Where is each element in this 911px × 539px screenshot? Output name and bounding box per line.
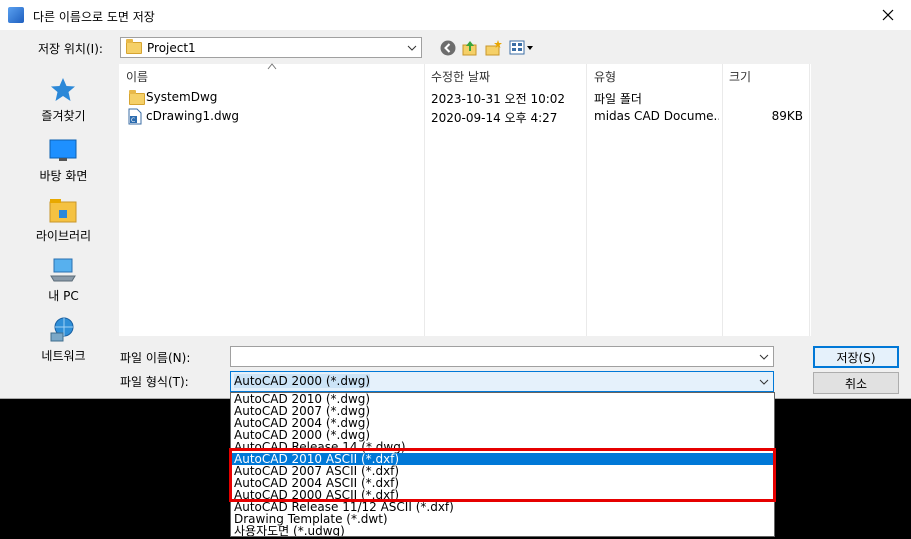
sort-ascending-icon <box>267 63 277 70</box>
folder-icon <box>126 39 142 54</box>
window-title: 다른 이름으로 도면 저장 <box>33 10 155 24</box>
title-bar: 다른 이름으로 도면 저장 <box>0 0 911 30</box>
library-icon <box>49 199 77 223</box>
computer-icon <box>50 258 76 282</box>
place-this-pc[interactable]: 내 PC <box>10 252 117 308</box>
column-header-type[interactable]: 유형 <box>594 68 616 85</box>
file-type-value: AutoCAD 2000 (*.dwg) <box>234 374 371 388</box>
place-label: 네트워크 <box>41 349 86 363</box>
file-type: midas CAD Docume... <box>594 109 719 123</box>
star-icon <box>51 78 75 101</box>
file-row[interactable]: SystemDwg 2023-10-31 오전 10:02 파일 폴더 <box>119 88 811 108</box>
file-type: 파일 폴더 <box>594 92 642 106</box>
places-bar: 즐겨찾기 바탕 화면 라이브러리 내 PC 네트워크 <box>10 64 117 364</box>
save-as-dialog: 다른 이름으로 도면 저장 저장 위치(I): Project1 즐겨찾기 바탕… <box>0 0 911 399</box>
new-folder-icon[interactable] <box>485 39 503 57</box>
file-modified: 2023-10-31 오전 10:02 <box>431 92 566 106</box>
file-name: cDrawing1.dwg <box>146 109 239 123</box>
save-button[interactable]: 저장(S) <box>813 346 899 368</box>
file-name-label: 파일 이름(N): <box>120 351 191 365</box>
place-label: 즐겨찾기 <box>41 109 86 123</box>
cancel-button[interactable]: 취소 <box>813 372 899 394</box>
folder-icon <box>129 90 145 105</box>
look-in-label: 저장 위치(I): <box>38 42 103 56</box>
desktop-icon <box>49 139 77 161</box>
column-header-name[interactable]: 이름 <box>126 68 148 85</box>
column-header-size[interactable]: 크기 <box>729 68 751 85</box>
file-row[interactable]: C cDrawing1.dwg 2020-09-14 오후 4:27 midas… <box>119 107 811 127</box>
place-favorites[interactable]: 즐겨찾기 <box>10 72 117 128</box>
app-icon <box>8 7 24 23</box>
file-size: 89KB <box>771 109 803 123</box>
file-modified: 2020-09-14 오후 4:27 <box>431 111 558 125</box>
file-type-label: 파일 형식(T): <box>120 375 189 389</box>
place-desktop[interactable]: 바탕 화면 <box>10 132 117 188</box>
network-icon <box>50 317 74 342</box>
look-in-combobox[interactable]: Project1 <box>120 37 422 58</box>
file-type-dropdown-list[interactable]: AutoCAD 2010 (*.dwg) AutoCAD 2007 (*.dwg… <box>230 392 775 537</box>
svg-text:C: C <box>131 117 135 124</box>
file-type-option[interactable]: 사용자도면 (*.udwg) <box>231 525 774 536</box>
place-label: 라이브러리 <box>35 229 92 243</box>
close-icon <box>882 9 894 21</box>
up-folder-icon[interactable] <box>461 39 479 57</box>
look-in-value: Project1 <box>147 41 196 55</box>
file-list[interactable]: 이름 수정한 날짜 유형 크기 SystemDwg 2023-10-31 오전 … <box>119 63 811 336</box>
place-library[interactable]: 라이브러리 <box>10 192 117 248</box>
column-header-modified[interactable]: 수정한 날짜 <box>431 68 490 85</box>
place-network[interactable]: 네트워크 <box>10 312 117 368</box>
file-name: SystemDwg <box>146 90 218 104</box>
file-type-select[interactable]: AutoCAD 2000 (*.dwg) <box>230 371 774 392</box>
place-label: 바탕 화면 <box>39 169 88 183</box>
close-button[interactable] <box>865 0 911 30</box>
views-menu-icon[interactable] <box>509 39 535 57</box>
chevron-down-icon <box>759 379 769 385</box>
file-name-input[interactable] <box>230 346 774 367</box>
dwg-file-icon: C <box>128 108 142 125</box>
chevron-down-icon <box>407 45 417 51</box>
place-label: 내 PC <box>48 289 79 303</box>
chevron-down-icon <box>759 354 769 360</box>
back-icon[interactable] <box>439 39 457 57</box>
